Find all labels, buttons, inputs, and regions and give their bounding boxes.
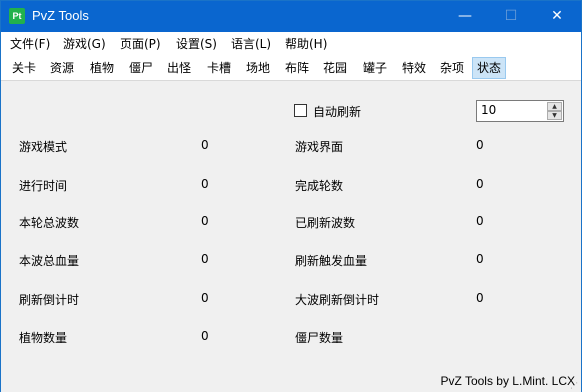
tab-misc[interactable]: 杂项 bbox=[435, 57, 469, 79]
tab-effects[interactable]: 特效 bbox=[397, 57, 431, 79]
tab-status[interactable]: 状态 bbox=[472, 57, 507, 79]
window-title: PvZ Tools bbox=[32, 8, 89, 23]
game-ui-value: 0 bbox=[476, 138, 484, 152]
spin-up-icon[interactable]: ▲ bbox=[547, 102, 562, 111]
menu-help[interactable]: 帮助(H) bbox=[285, 35, 327, 52]
spin-buttons: ▲ ▼ bbox=[547, 102, 562, 120]
refresh-trigger-hp-label: 刷新触发血量 bbox=[295, 254, 368, 268]
tab-lineup[interactable]: 布阵 bbox=[280, 57, 314, 79]
game-ui-label: 游戏界面 bbox=[295, 140, 344, 154]
plant-count-value: 0 bbox=[201, 329, 209, 343]
status-bar: PvZ Tools by L.Mint. LCX ⋰ bbox=[1, 372, 581, 392]
tab-garden[interactable]: 花园 bbox=[318, 57, 352, 79]
tab-card-slot[interactable]: 卡槽 bbox=[202, 57, 236, 79]
running-time-value: 0 bbox=[201, 177, 209, 191]
big-wave-countdown-value: 0 bbox=[476, 291, 484, 305]
tab-lawn[interactable]: 场地 bbox=[241, 57, 275, 79]
tab-spawn[interactable]: 出怪 bbox=[162, 57, 196, 79]
menu-language[interactable]: 语言(L) bbox=[231, 35, 271, 52]
tab-plants[interactable]: 植物 bbox=[85, 57, 119, 79]
menu-bar: 文件(F) 游戏(G) 页面(P) 设置(S) 语言(L) 帮助(H) bbox=[1, 32, 581, 54]
game-mode-value: 0 bbox=[201, 138, 209, 152]
tab-resources[interactable]: 资源 bbox=[45, 57, 79, 79]
refreshed-waves-label: 已刷新波数 bbox=[295, 216, 356, 230]
zombie-count-label: 僵尸数量 bbox=[295, 331, 344, 345]
completed-rounds-label: 完成轮数 bbox=[295, 179, 344, 193]
wave-total-hp-label: 本波总血量 bbox=[19, 254, 80, 268]
refresh-countdown-value: 0 bbox=[201, 291, 209, 305]
tab-vases[interactable]: 罐子 bbox=[358, 57, 392, 79]
refresh-interval-spinbox[interactable]: 10 ▲ ▼ bbox=[476, 100, 564, 122]
refresh-countdown-label: 刷新倒计时 bbox=[19, 293, 80, 307]
close-icon[interactable]: ✕ bbox=[534, 1, 580, 32]
status-panel: 自动刷新 10 ▲ ▼ 游戏模式 0 游戏界面 0 进行时间 0 完成轮数 0 … bbox=[1, 82, 581, 372]
menu-page[interactable]: 页面(P) bbox=[120, 35, 161, 52]
refresh-trigger-hp-value: 0 bbox=[476, 252, 484, 266]
refreshed-waves-value: 0 bbox=[476, 214, 484, 228]
tab-level[interactable]: 关卡 bbox=[7, 57, 41, 79]
menu-file[interactable]: 文件(F) bbox=[10, 35, 50, 52]
resize-grip-icon[interactable]: ⋰ bbox=[570, 381, 580, 391]
plant-count-label: 植物数量 bbox=[19, 331, 68, 345]
refresh-interval-value[interactable]: 10 bbox=[481, 103, 496, 117]
app-window: Pt PvZ Tools — ☐ ✕ 文件(F) 游戏(G) 页面(P) 设置(… bbox=[0, 0, 582, 392]
big-wave-countdown-label: 大波刷新倒计时 bbox=[295, 293, 380, 307]
total-waves-label: 本轮总波数 bbox=[19, 216, 80, 230]
app-icon: Pt bbox=[9, 8, 25, 24]
title-bar[interactable]: Pt PvZ Tools — ☐ ✕ bbox=[1, 1, 581, 32]
menu-game[interactable]: 游戏(G) bbox=[63, 35, 106, 52]
wave-total-hp-value: 0 bbox=[201, 252, 209, 266]
spin-down-icon[interactable]: ▼ bbox=[547, 111, 562, 120]
game-mode-label: 游戏模式 bbox=[19, 140, 68, 154]
minimize-icon[interactable]: — bbox=[442, 1, 488, 32]
completed-rounds-value: 0 bbox=[476, 177, 484, 191]
status-bar-text: PvZ Tools by L.Mint. LCX bbox=[440, 374, 576, 388]
tab-bar: 关卡 资源 植物 僵尸 出怪 卡槽 场地 布阵 花园 罐子 特效 杂项 状态 bbox=[1, 54, 581, 81]
running-time-label: 进行时间 bbox=[19, 179, 68, 193]
auto-refresh-checkbox[interactable] bbox=[294, 104, 307, 117]
auto-refresh-label[interactable]: 自动刷新 bbox=[313, 103, 361, 120]
total-waves-value: 0 bbox=[201, 214, 209, 228]
maximize-icon: ☐ bbox=[504, 8, 518, 24]
tab-zombies[interactable]: 僵尸 bbox=[124, 57, 158, 79]
menu-settings[interactable]: 设置(S) bbox=[176, 35, 217, 52]
